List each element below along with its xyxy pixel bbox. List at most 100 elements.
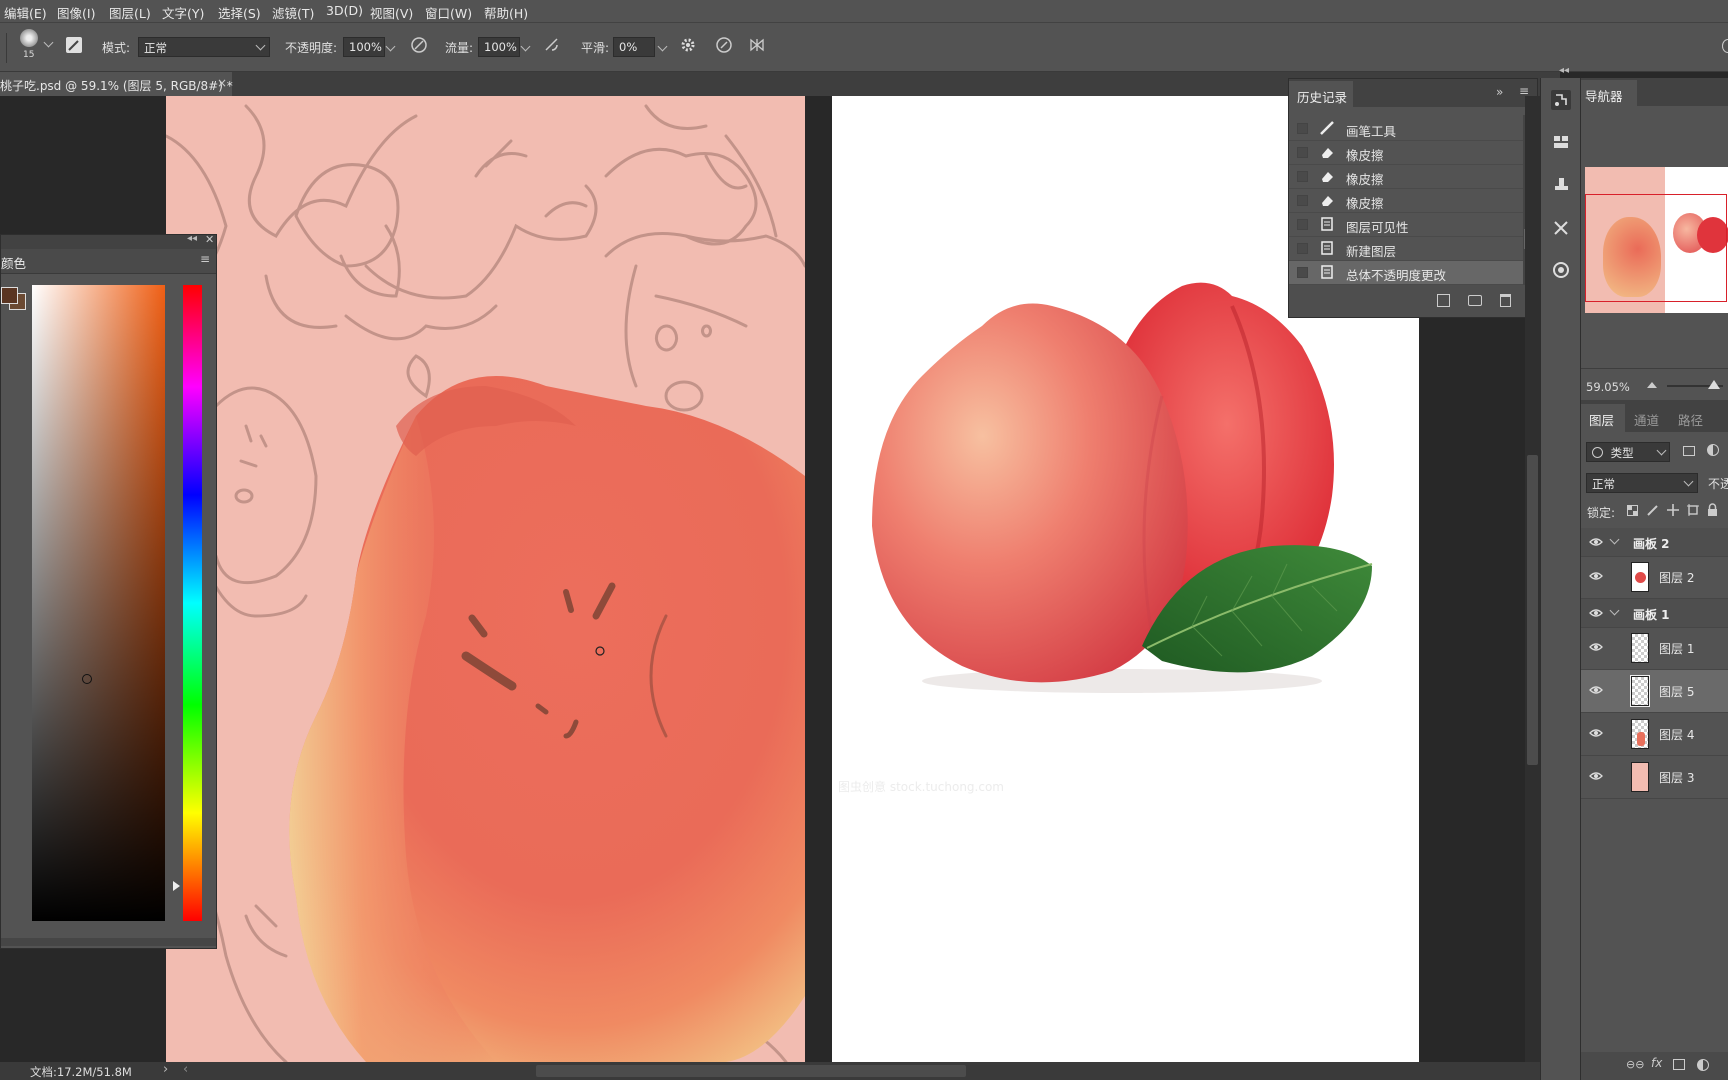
lock-transparent-pixels-icon[interactable] xyxy=(1627,505,1638,516)
history-item[interactable]: 新建图层 xyxy=(1289,237,1523,261)
history-source-checkbox[interactable] xyxy=(1297,147,1308,158)
tab-layers[interactable]: 图层 xyxy=(1581,404,1625,432)
scroll-left-icon[interactable]: ‹ xyxy=(183,1062,188,1077)
libraries-dock-icon[interactable] xyxy=(1551,260,1571,280)
smooth-chevron-icon[interactable] xyxy=(657,41,668,52)
canvas-horizontal-scroll-thumb[interactable] xyxy=(536,1065,966,1077)
brush-preset-chevron-icon[interactable] xyxy=(43,37,54,48)
history-dock-icon[interactable] xyxy=(1551,90,1571,110)
history-source-checkbox[interactable] xyxy=(1297,243,1308,254)
brush-settings-icon[interactable] xyxy=(66,37,82,53)
status-menu-chevron-icon[interactable]: › xyxy=(163,1062,168,1077)
navigator-view-box[interactable] xyxy=(1585,194,1727,302)
collapse-icon[interactable]: ◂◂ xyxy=(187,233,197,244)
tab-navigator[interactable]: 导航器 xyxy=(1581,80,1637,106)
menu-type[interactable]: 文字(Y) xyxy=(162,3,204,22)
history-item[interactable]: 图层可见性 xyxy=(1289,213,1523,237)
menu-select[interactable]: 选择(S) xyxy=(218,3,261,22)
lock-position-icon[interactable] xyxy=(1667,504,1679,516)
history-source-checkbox[interactable] xyxy=(1297,219,1308,230)
history-item-selected[interactable]: 总体不透明度更改 xyxy=(1289,261,1523,285)
history-item[interactable]: 画笔工具 xyxy=(1289,117,1523,141)
hue-slider-handle[interactable] xyxy=(173,881,180,891)
layer-style-fx-icon[interactable]: fx xyxy=(1651,1056,1662,1070)
history-source-checkbox[interactable] xyxy=(1297,123,1308,134)
navigator-zoom[interactable]: 59.05% xyxy=(1586,380,1630,394)
filter-pixel-layer-icon[interactable] xyxy=(1683,446,1695,456)
zoom-out-mountain-icon[interactable] xyxy=(1647,382,1657,388)
link-layers-icon[interactable]: ⊖⊖ xyxy=(1626,1058,1644,1071)
brush-tip-icon[interactable] xyxy=(20,29,38,47)
smoothing-options-gear-icon[interactable] xyxy=(679,36,697,54)
eye-icon[interactable] xyxy=(1589,570,1603,584)
group-expand-chevron-icon[interactable] xyxy=(1609,534,1620,545)
adjustment-layer-icon[interactable] xyxy=(1697,1059,1709,1071)
hue-slider[interactable] xyxy=(183,285,202,921)
lock-image-pixels-icon[interactable] xyxy=(1647,504,1659,516)
navigator-thumbnail[interactable] xyxy=(1585,167,1728,313)
layer-row-selected[interactable]: 图层 5 xyxy=(1581,670,1728,713)
history-source-checkbox[interactable] xyxy=(1297,171,1308,182)
smooth-input[interactable]: 0% xyxy=(613,37,655,57)
history-source-checkbox[interactable] xyxy=(1297,195,1308,206)
history-source-checkbox[interactable] xyxy=(1297,267,1308,278)
menu-view[interactable]: 视图(V) xyxy=(370,3,413,22)
canvas-vertical-scroll-thumb[interactable] xyxy=(1527,455,1538,765)
layer-blend-mode-select[interactable]: 正常 xyxy=(1586,473,1698,493)
clone-source-dock-icon[interactable] xyxy=(1551,174,1571,194)
color-picker-cursor[interactable] xyxy=(82,674,92,684)
tab-paths[interactable]: 路径 xyxy=(1678,410,1703,429)
menu-edit[interactable]: 编辑(E) xyxy=(4,3,47,22)
search-icon[interactable] xyxy=(1722,39,1728,53)
layer-row[interactable]: 图层 3 xyxy=(1581,756,1728,799)
artboard-group-row[interactable]: 画板 1 xyxy=(1581,599,1728,628)
add-mask-icon[interactable] xyxy=(1673,1059,1685,1070)
artboard-1-painting[interactable] xyxy=(166,96,805,1062)
filter-adjustment-layer-icon[interactable] xyxy=(1707,444,1719,456)
saturation-brightness-field[interactable] xyxy=(32,285,165,921)
document-size-status[interactable]: 文档:17.2M/51.8M xyxy=(30,1064,132,1080)
document-tab[interactable]: 桃子吃.psd @ 59.1% (图层 5, RGB/8#) * × xyxy=(0,72,233,96)
eye-icon[interactable] xyxy=(1589,536,1603,548)
artboard-group-row[interactable]: 画板 2 xyxy=(1581,528,1728,557)
document-tab-close-icon[interactable]: × xyxy=(217,76,227,90)
properties-dock-icon[interactable] xyxy=(1551,132,1571,152)
layer-row[interactable]: 图层 1 xyxy=(1581,627,1728,670)
layer-row[interactable]: 图层 2 xyxy=(1581,556,1728,599)
tab-channels[interactable]: 通道 xyxy=(1634,410,1659,429)
opacity-chevron-icon[interactable] xyxy=(385,41,396,52)
menu-layer[interactable]: 图层(L) xyxy=(109,3,151,22)
lock-all-icon[interactable] xyxy=(1707,503,1718,516)
lock-artboard-icon[interactable] xyxy=(1687,504,1699,516)
pressure-size-icon[interactable] xyxy=(715,36,733,54)
symmetry-butterfly-icon[interactable] xyxy=(748,36,766,54)
collapse-icon[interactable]: » xyxy=(1496,85,1503,99)
group-expand-chevron-icon[interactable] xyxy=(1609,605,1620,616)
pressure-opacity-icon[interactable] xyxy=(410,36,428,54)
airbrush-icon[interactable] xyxy=(543,36,561,54)
menu-filter[interactable]: 滤镜(T) xyxy=(272,3,314,22)
new-document-from-state-icon[interactable] xyxy=(1437,294,1450,307)
close-icon[interactable]: ✕ xyxy=(205,233,214,246)
tab-history[interactable]: 历史记录 xyxy=(1289,81,1353,107)
eye-icon[interactable] xyxy=(1589,641,1603,655)
flow-chevron-icon[interactable] xyxy=(520,41,531,52)
menu-window[interactable]: 窗口(W) xyxy=(425,3,472,22)
history-item[interactable]: 橡皮擦 xyxy=(1289,141,1523,165)
eye-icon[interactable] xyxy=(1589,770,1603,784)
layer-row[interactable]: 图层 4 xyxy=(1581,713,1728,756)
color-panel-header-bar[interactable]: ◂◂ ✕ xyxy=(1,233,216,249)
menu-3d[interactable]: 3D(D) xyxy=(326,3,363,18)
eye-icon[interactable] xyxy=(1589,727,1603,741)
menu-image[interactable]: 图像(I) xyxy=(57,3,95,22)
flow-input[interactable]: 100% xyxy=(478,37,520,57)
camera-snapshot-icon[interactable] xyxy=(1468,295,1482,306)
tool-presets-dock-icon[interactable] xyxy=(1551,218,1571,238)
history-item[interactable]: 橡皮擦 xyxy=(1289,189,1523,213)
mode-select[interactable]: 正常 xyxy=(138,37,270,57)
panel-menu-icon[interactable]: ≡ xyxy=(200,252,210,266)
eye-icon[interactable] xyxy=(1589,607,1603,619)
tab-color[interactable]: 颜色 xyxy=(1,253,26,272)
foreground-color-swatch[interactable] xyxy=(1,287,18,304)
layer-filter-select[interactable]: 类型 xyxy=(1586,442,1670,462)
